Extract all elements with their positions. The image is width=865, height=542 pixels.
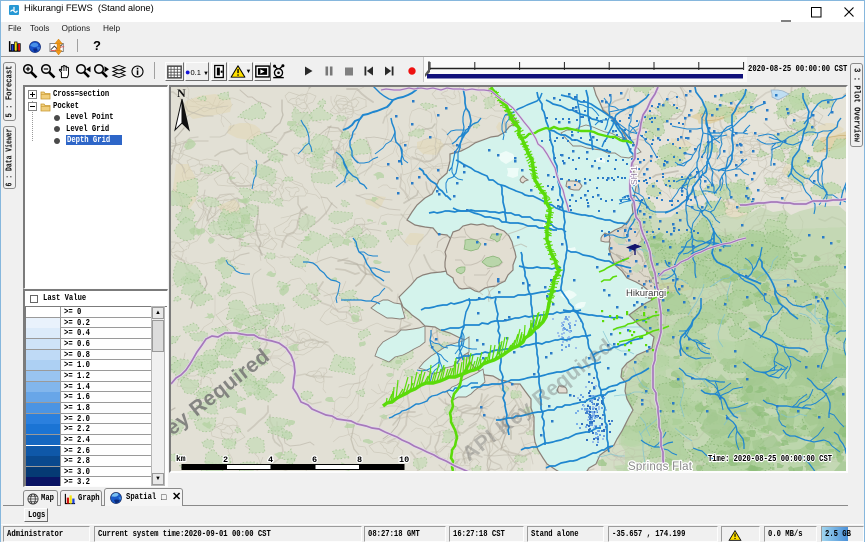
svg-text:N: N	[177, 87, 186, 100]
svg-text:6 : Data Viewer: 6 : Data Viewer	[5, 129, 15, 187]
svg-text:3 : Plot Overview: 3 : Plot Overview	[852, 68, 862, 142]
svg-text:5 : Forecast: 5 : Forecast	[5, 66, 15, 118]
svg-text:SH 1: SH 1	[629, 166, 639, 185]
svg-text:2: 2	[223, 455, 228, 465]
svg-text:10: 10	[399, 455, 409, 465]
svg-text:8: 8	[357, 455, 362, 465]
svg-text:Time: 2020-08-25 00:00:00 CST: Time: 2020-08-25 00:00:00 CST	[708, 453, 832, 464]
svg-text:km: km	[176, 455, 186, 464]
svg-text:4: 4	[268, 455, 273, 465]
svg-text:6: 6	[312, 455, 317, 465]
svg-text:Hikurangi: Hikurangi	[626, 288, 666, 299]
svg-text:Springs Flat: Springs Flat	[628, 461, 693, 471]
